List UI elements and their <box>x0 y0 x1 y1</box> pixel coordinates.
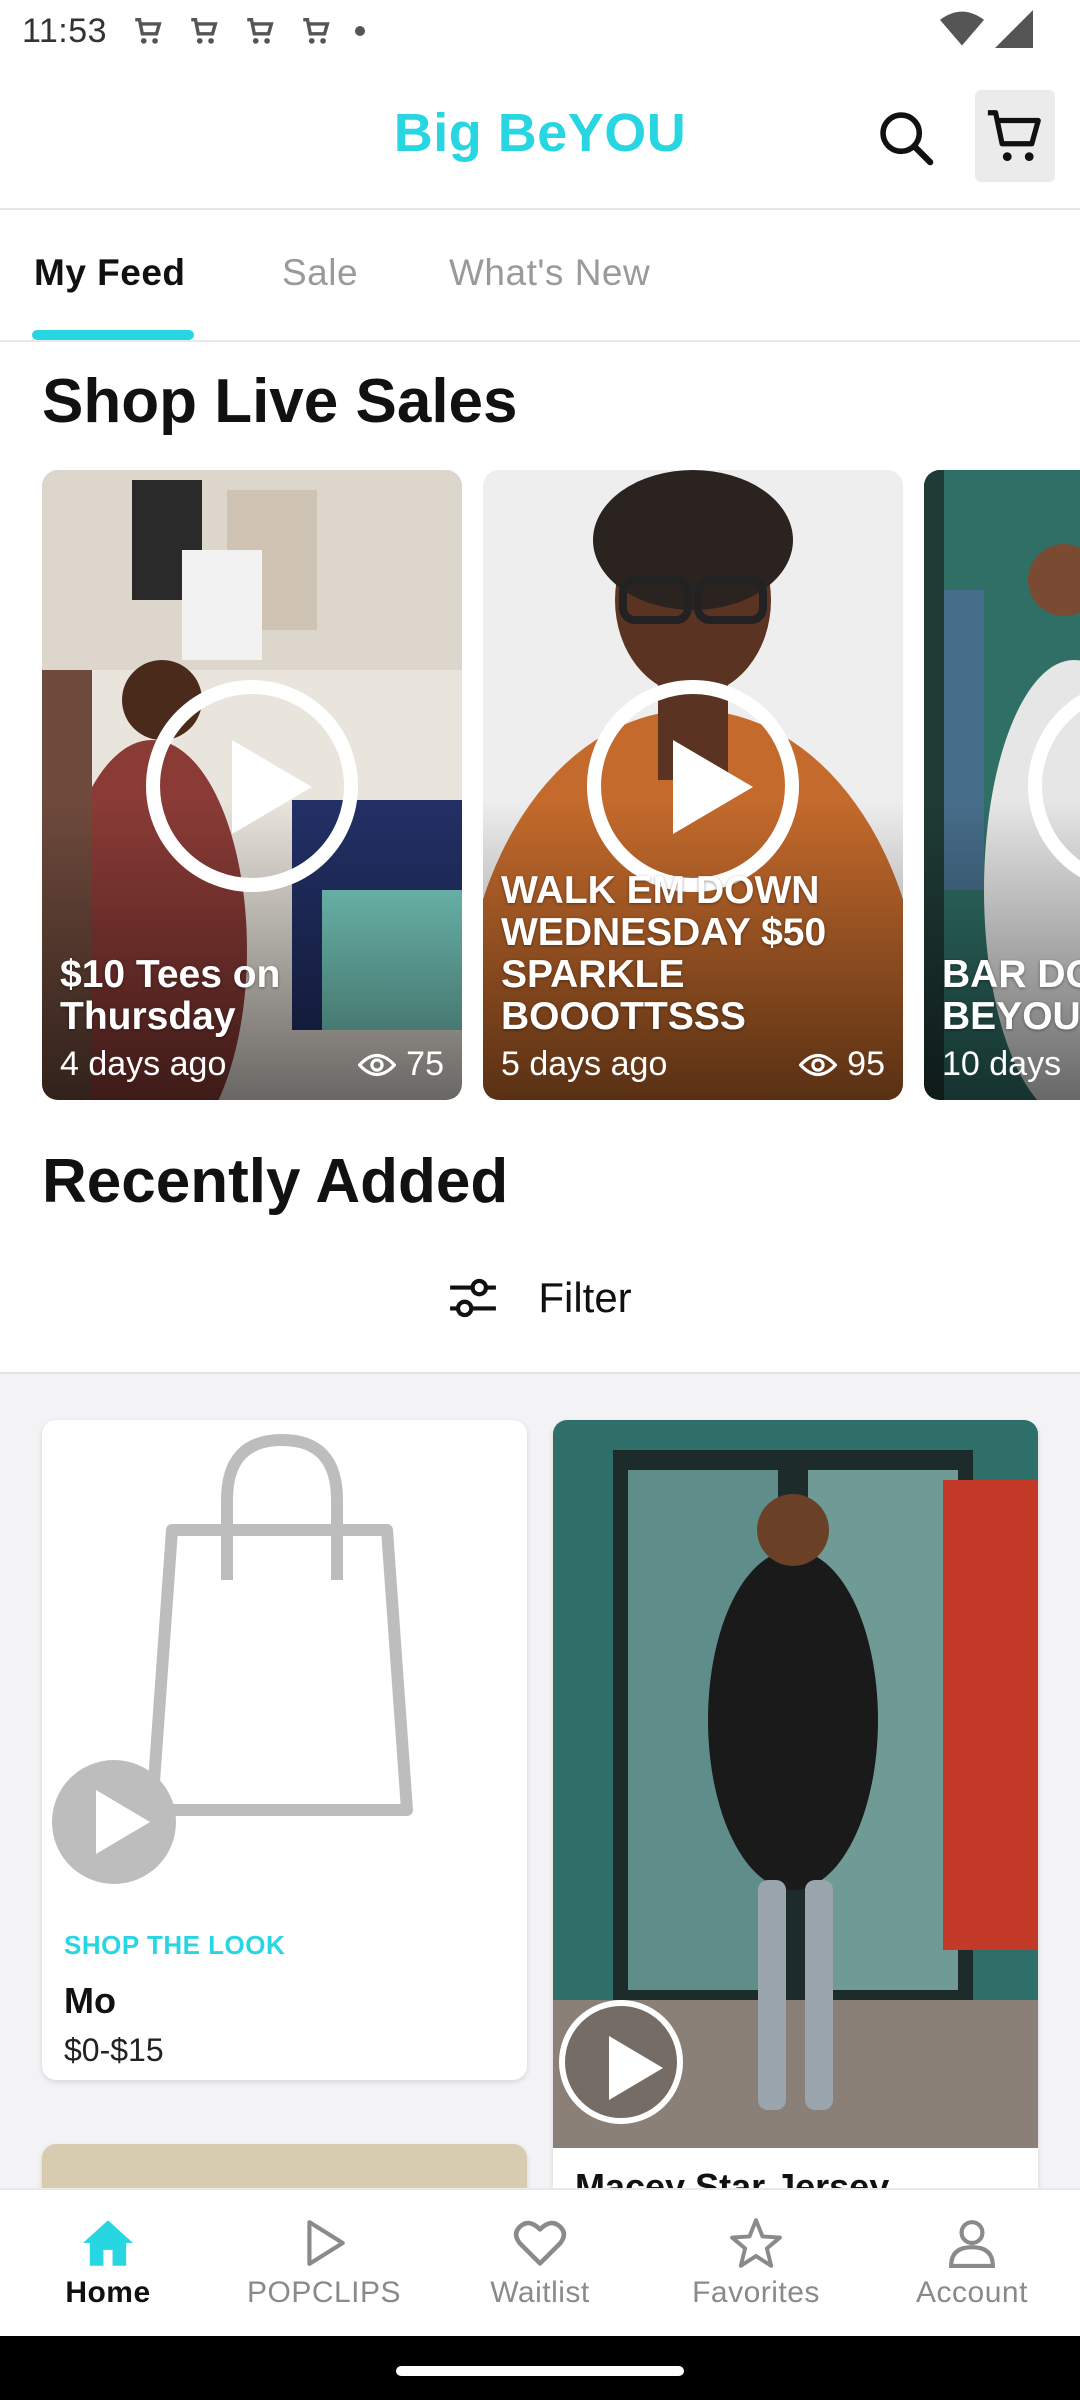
product-name: Macey Star Jersey <box>575 2166 890 2188</box>
live-sale-card[interactable]: $10 Tees on Thursday 4 days ago 75 <box>42 470 462 1100</box>
play-icon[interactable] <box>559 2000 683 2124</box>
view-count: 75 <box>358 1045 444 1084</box>
status-bar: 11:53 <box>0 0 1080 62</box>
view-count-value: 75 <box>406 1045 444 1083</box>
bottom-navigation: Home POPCLIPS Waitlist Favorites Account <box>0 2188 1080 2336</box>
status-indicators <box>940 10 1034 48</box>
filter-label: Filter <box>538 1274 632 1321</box>
notification-icons <box>131 14 366 48</box>
play-icon[interactable] <box>146 680 358 892</box>
live-sale-title: BAR DO 50% O BEYOU <box>942 953 1080 1038</box>
live-sale-meta: 10 days <box>942 1045 1080 1084</box>
eye-icon <box>358 1053 397 1076</box>
nav-label: Account <box>916 2276 1028 2309</box>
nav-label: POPCLIPS <box>246 2276 402 2309</box>
wifi-icon <box>940 11 984 46</box>
cart-notification-icon <box>303 17 330 44</box>
feed-tabs: My Feed Sale What's New <box>0 212 1080 342</box>
nav-label: Home <box>65 2276 151 2309</box>
live-sale-age: 5 days ago <box>501 1045 668 1083</box>
play-icon <box>307 2220 345 2266</box>
nav-popclips[interactable]: POPCLIPS <box>216 2190 432 2336</box>
filter-button[interactable]: Filter <box>0 1258 1080 1338</box>
live-sale-card[interactable]: BAR DO 50% O BEYOU 10 days <box>924 470 1080 1100</box>
live-sales-carousel[interactable]: $10 Tees on Thursday 4 days ago 75 WALK … <box>0 470 1080 1100</box>
nav-home[interactable]: Home <box>0 2190 216 2336</box>
nav-waitlist[interactable]: Waitlist <box>432 2190 648 2336</box>
person-icon <box>949 2220 995 2268</box>
live-sale-title: WALK EM DOWN WEDNESDAY $50 SPARKLE BOOOT… <box>501 869 827 1038</box>
play-icon[interactable] <box>52 1760 176 1884</box>
filter-sliders-icon <box>450 1278 497 1318</box>
product-price: $0-$15 <box>64 2032 164 2068</box>
search-icon <box>880 112 934 166</box>
tab-whats-new[interactable]: What's New <box>449 252 650 294</box>
product-card[interactable]: Macey Star Jersey <box>553 1420 1038 2188</box>
nav-label: Waitlist <box>490 2276 590 2309</box>
home-icon <box>83 2220 133 2266</box>
eye-icon <box>799 1053 838 1076</box>
cart-notification-icon <box>191 17 218 44</box>
app-header: Big BeYOU <box>0 62 1080 210</box>
nav-favorites[interactable]: Favorites <box>648 2190 864 2336</box>
live-sale-meta: 5 days ago 95 <box>501 1045 885 1084</box>
shop-the-look-tag: SHOP THE LOOK <box>64 1930 286 1960</box>
home-indicator[interactable] <box>396 2366 684 2376</box>
search-button[interactable] <box>870 102 942 174</box>
star-icon <box>730 2218 782 2268</box>
live-sale-age: 4 days ago <box>60 1045 227 1083</box>
product-name: Mo <box>64 1980 116 2021</box>
live-sales-heading: Shop Live Sales <box>42 367 518 436</box>
nav-label: Favorites <box>692 2276 820 2309</box>
view-count-value: 95 <box>847 1045 885 1083</box>
live-sale-title: $10 Tees on Thursday <box>60 953 281 1038</box>
product-grid: SHOP THE LOOK Mo $0-$15 Macey Star Jerse… <box>0 1372 1080 2188</box>
cart-button[interactable] <box>975 90 1055 182</box>
signal-icon <box>995 10 1033 48</box>
play-icon[interactable] <box>587 680 799 892</box>
live-sale-card[interactable]: WALK EM DOWN WEDNESDAY $50 SPARKLE BOOOT… <box>483 470 903 1100</box>
cart-notification-icon <box>247 17 274 44</box>
recently-added-heading: Recently Added <box>42 1147 509 1216</box>
tab-my-feed[interactable]: My Feed <box>34 252 186 294</box>
heart-icon <box>513 2220 567 2266</box>
more-notifications-dot <box>355 26 366 36</box>
product-card[interactable]: SHOP THE LOOK Mo $0-$15 <box>42 1420 527 2080</box>
live-sale-age: 10 days <box>942 1045 1062 1083</box>
view-count: 95 <box>799 1045 885 1084</box>
status-time: 11:53 <box>22 11 108 50</box>
live-sale-meta: 4 days ago 75 <box>60 1045 444 1084</box>
product-card[interactable] <box>42 2144 527 2188</box>
active-tab-indicator <box>32 330 194 340</box>
cart-icon <box>987 110 1041 162</box>
tab-sale[interactable]: Sale <box>282 252 358 294</box>
cart-notification-icon <box>135 17 162 44</box>
nav-account[interactable]: Account <box>864 2190 1080 2336</box>
